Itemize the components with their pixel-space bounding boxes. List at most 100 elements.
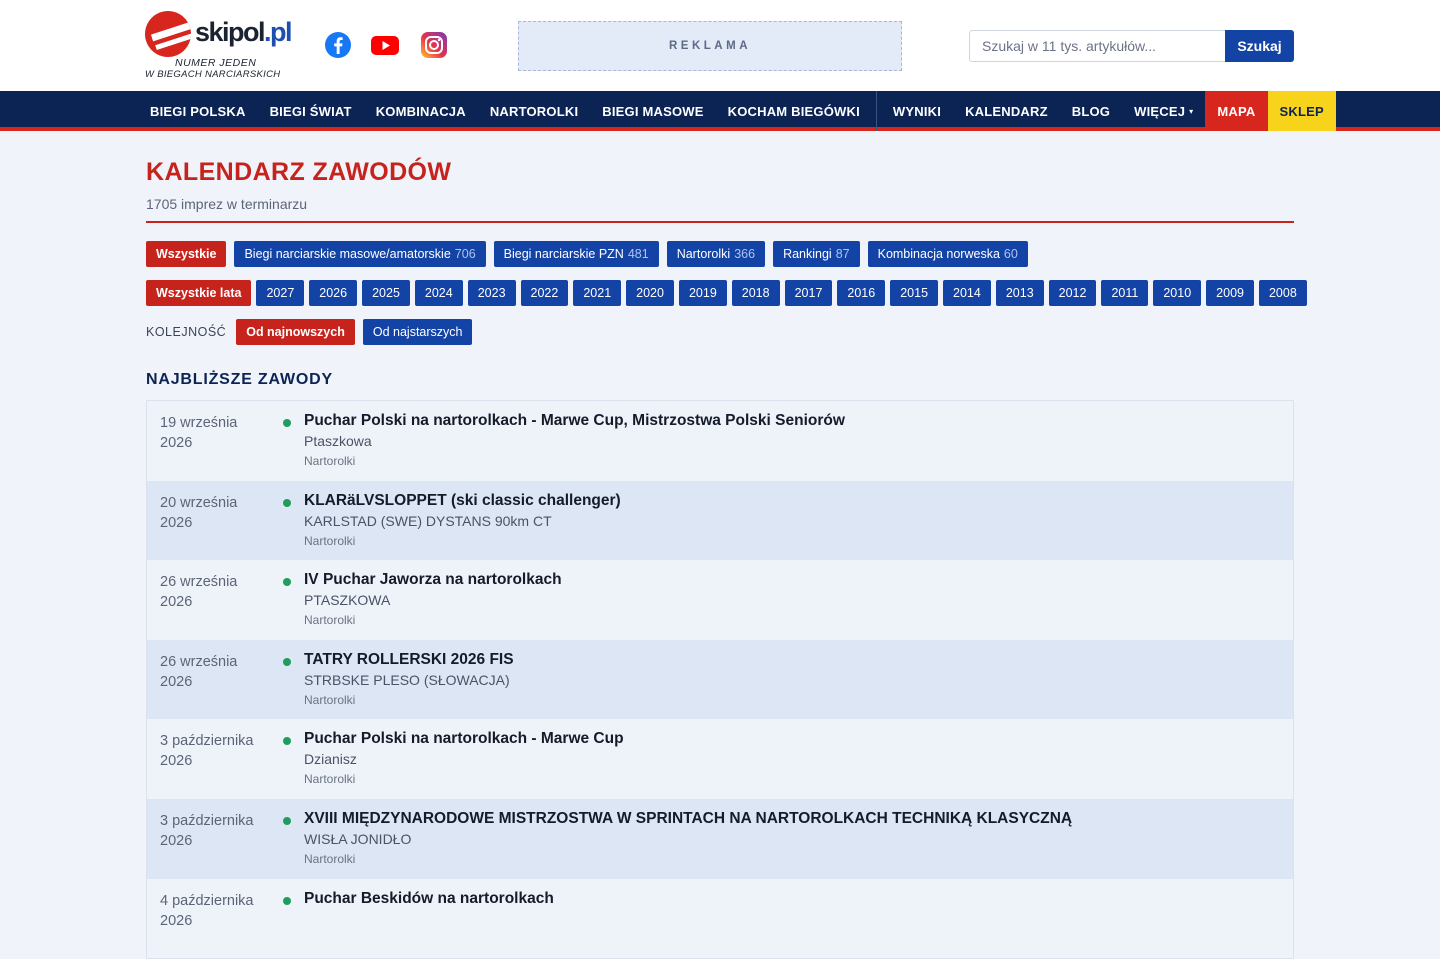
youtube-icon[interactable] — [371, 31, 399, 59]
logo-tagline-line1: NUMER JEDEN — [175, 57, 257, 69]
search-button[interactable]: Szukaj — [1225, 30, 1294, 62]
filter-category-pzn[interactable]: Biegi narciarskie PZN 481 — [493, 241, 659, 267]
nav-mapa[interactable]: MAPA — [1205, 91, 1268, 131]
nav-sklep[interactable]: SKLEP — [1267, 91, 1336, 131]
filter-year[interactable]: 2021 — [573, 280, 622, 306]
page-title: KALENDARZ ZAWODÓW — [146, 158, 452, 186]
filter-year[interactable]: 2019 — [678, 280, 727, 306]
filter-year[interactable]: 2026 — [309, 280, 358, 306]
filter-year[interactable]: 2008 — [1258, 280, 1307, 306]
event-row[interactable]: 26 września 2026 IV Puchar Jaworza na nar… — [147, 560, 1293, 640]
filter-year[interactable]: 2022 — [520, 280, 569, 306]
filter-year[interactable]: 2020 — [626, 280, 674, 306]
event-date: 3 października 2026 — [160, 733, 254, 770]
filter-year[interactable]: 2017 — [784, 280, 833, 306]
event-place: Dzianisz — [304, 751, 357, 768]
event-row[interactable]: 26 września 2026 TATRY ROLLERSKI 2026 FIS… — [147, 639, 1293, 720]
event-place: KARLSTAD (SWE) DYSTANS 90km CT — [304, 512, 552, 529]
filter-category-rankingi[interactable]: Rankingi 87 — [773, 241, 860, 267]
status-dot-icon — [283, 657, 291, 666]
event-category: Nartorolki — [304, 533, 356, 548]
status-dot-icon — [283, 419, 291, 427]
filter-year[interactable]: 2027 — [256, 280, 305, 306]
logo-wordmark: skipol.pl — [195, 17, 293, 47]
nav-nartorolki[interactable]: NARTOROLKI — [478, 91, 590, 131]
filter-category-kombinacja[interactable]: Kombinacja norweska 60 — [867, 241, 1028, 267]
event-row[interactable]: 19 września 2026 Puchar Polski na nartoro… — [147, 401, 1293, 481]
event-title[interactable]: Puchar Beskidów na nartorolkach — [304, 890, 554, 908]
order-newest-button[interactable]: Od najnowszych — [236, 319, 355, 345]
filter-year[interactable]: 2012 — [1048, 280, 1097, 306]
page-subtitle: 1705 imprez w terminarzu — [146, 196, 308, 212]
status-dot-icon — [283, 498, 291, 507]
filter-year-all[interactable]: Wszystkie lata — [146, 280, 252, 306]
year-filter: Wszystkie lata 2027 2026 2025 2024 2023 … — [146, 280, 1307, 306]
event-row[interactable]: 3 października 2026 Puchar Polski na nart… — [147, 719, 1293, 799]
event-title[interactable]: Puchar Polski na nartorolkach - Marwe Cu… — [304, 412, 845, 430]
nav-blog[interactable]: BLOG — [1060, 91, 1122, 131]
event-row[interactable]: 3 października 2026 XVIII MIĘDZYNARODOWE … — [147, 798, 1293, 879]
status-dot-icon — [283, 816, 291, 825]
nav-biegi-polska[interactable]: BIEGI POLSKA — [138, 91, 258, 131]
filter-year[interactable]: 2013 — [995, 280, 1044, 306]
filter-year[interactable]: 2025 — [362, 280, 410, 306]
nav-kombinacja[interactable]: KOMBINACJA — [364, 91, 478, 131]
event-category: Nartorolki — [304, 692, 356, 707]
event-title[interactable]: KLARäLVSLOPPET (ski classic challenger) — [304, 492, 621, 510]
filter-category-masowe[interactable]: Biegi narciarskie masowe/amatorskie 706 — [234, 241, 486, 267]
title-divider — [146, 221, 1294, 223]
event-date: 26 września 2026 — [160, 574, 238, 611]
nav-kalendarz[interactable]: KALENDARZ — [953, 91, 1060, 131]
filter-year[interactable]: 2011 — [1101, 280, 1149, 306]
order-filter: KOLEJNOŚĆ Od najnowszych Od najstarszych — [146, 319, 1294, 345]
filter-year[interactable]: 2015 — [890, 280, 939, 306]
order-label: KOLEJNOŚĆ — [146, 325, 227, 339]
instagram-icon[interactable] — [420, 31, 448, 59]
order-oldest-button[interactable]: Od najstarszych — [362, 319, 473, 345]
nav-wyniki[interactable]: WYNIKI — [881, 91, 953, 131]
event-place: Ptaszkowa — [304, 433, 372, 449]
nav-divider — [875, 91, 877, 131]
filter-year[interactable]: 2018 — [731, 280, 780, 306]
event-row[interactable]: 20 września 2026 KLARäLVSLOPPET (ski clas… — [147, 480, 1293, 561]
search-form: Szukaj — [969, 30, 1294, 62]
filter-year[interactable]: 2009 — [1206, 280, 1254, 306]
nav-wiecej-dropdown[interactable]: WIĘCEJ ▾ — [1122, 91, 1205, 131]
nav-biegi-swiat[interactable]: BIEGI ŚWIAT — [258, 91, 364, 131]
event-place: STRBSKE PLESO (SŁOWACJA) — [304, 671, 510, 688]
event-title[interactable]: XVIII MIĘDZYNARODOWE MISTRZOSTWA W SPRIN… — [304, 810, 1072, 828]
logo-mark — [145, 11, 191, 57]
section-title: NAJBLIŻSZE ZAWODY — [146, 371, 333, 388]
caret-down-icon: ▾ — [1189, 106, 1194, 116]
status-dot-icon — [283, 578, 291, 587]
event-category: Nartorolki — [304, 613, 356, 628]
main-content: KALENDARZ ZAWODÓW 1705 imprez w terminar… — [146, 135, 1307, 959]
main-nav: BIEGI POLSKA BIEGI ŚWIAT KOMBINACJA NART… — [0, 91, 1440, 131]
event-category: Nartorolki — [304, 851, 356, 866]
facebook-icon[interactable] — [324, 31, 352, 59]
filter-year[interactable]: 2014 — [943, 280, 991, 306]
event-place: PTASZKOWA — [304, 592, 391, 609]
search-input[interactable] — [969, 30, 1225, 62]
event-place: WISŁA JONIDŁO — [304, 830, 412, 847]
event-date: 19 września 2026 — [160, 415, 238, 451]
filter-category-nartorolki[interactable]: Nartorolki 366 — [666, 241, 766, 267]
logo-tagline-line2: W BIEGACH NARCIARSKICH — [145, 69, 281, 80]
status-dot-icon — [283, 737, 291, 746]
event-title[interactable]: Puchar Polski na nartorolkach - Marwe Cu… — [304, 730, 624, 748]
status-dot-icon — [283, 896, 291, 905]
filter-year[interactable]: 2016 — [837, 280, 886, 306]
event-row[interactable]: 4 października 2026 Puchar Beskidów na na… — [147, 878, 1293, 959]
filter-category-all[interactable]: Wszystkie — [146, 241, 227, 267]
event-title[interactable]: TATRY ROLLERSKI 2026 FIS — [304, 651, 514, 669]
nav-kocham-biegowki[interactable]: KOCHAM BIEGÓWKI — [716, 91, 872, 131]
event-title[interactable]: IV Puchar Jaworza na nartorolkach — [304, 571, 562, 589]
filter-year[interactable]: 2024 — [414, 280, 463, 306]
filter-year[interactable]: 2023 — [467, 280, 516, 306]
filter-year[interactable]: 2010 — [1153, 280, 1202, 306]
event-date: 3 października 2026 — [160, 812, 254, 849]
ad-banner[interactable]: REKLAMA — [518, 21, 902, 71]
nav-biegi-masowe[interactable]: BIEGI MASOWE — [590, 91, 715, 131]
event-category: Nartorolki — [304, 454, 356, 468]
site-logo[interactable]: skipol.pl NUMER JEDEN W BIEGACH NARCIARS… — [145, 11, 305, 81]
